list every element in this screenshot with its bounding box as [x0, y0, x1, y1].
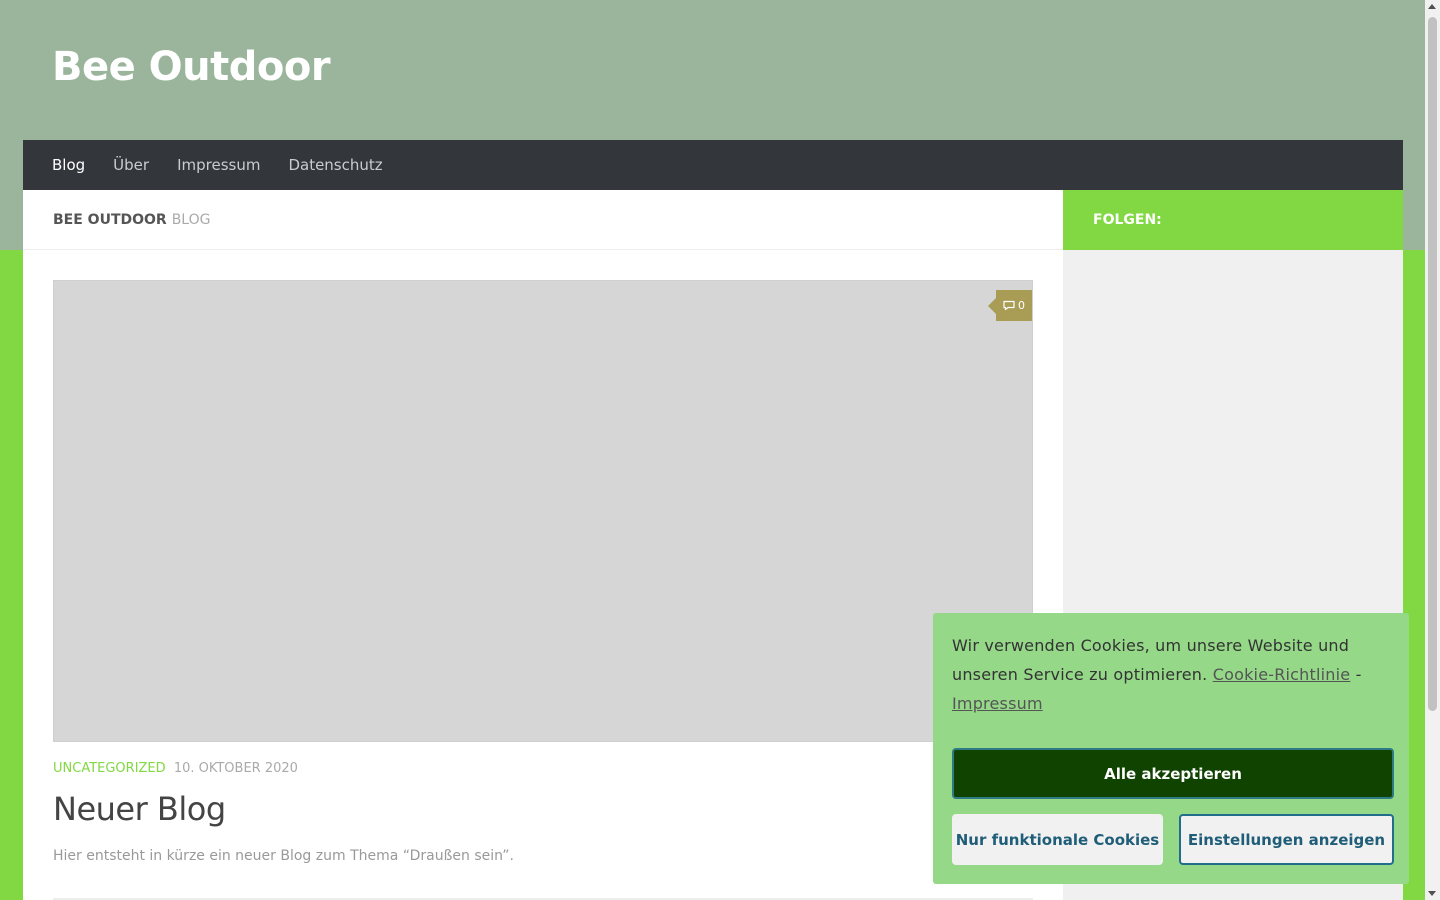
post-meta: Uncategorized 10. Oktober 2020	[53, 761, 298, 776]
comment-count-badge[interactable]: 0	[988, 290, 1032, 321]
nav-item-imprint[interactable]: Impressum	[163, 140, 274, 190]
post-title[interactable]: Neuer Blog	[53, 790, 226, 828]
featured-image[interactable]: 0	[53, 280, 1033, 742]
page-title-light: Blog	[171, 211, 211, 228]
page-title-strong: Bee Outdoor	[53, 211, 167, 228]
scroll-thumb[interactable]	[1428, 17, 1437, 711]
post-excerpt: Hier entsteht in kürze ein neuer Blog zu…	[53, 848, 514, 864]
comment-count: 0	[1018, 299, 1025, 312]
scroll-down-icon[interactable]	[1428, 891, 1436, 896]
main-content: Bee Outdoor Blog 0 Uncategorized 10. Okt…	[23, 190, 1063, 900]
nav-item-privacy[interactable]: Datenschutz	[274, 140, 396, 190]
page-title: Bee Outdoor Blog	[23, 190, 1063, 250]
sidebar-heading: Folgen:	[1063, 190, 1403, 250]
cookie-separator: -	[1355, 665, 1362, 684]
cookie-imprint-link[interactable]: Impressum	[952, 694, 1043, 713]
comment-icon	[1003, 300, 1015, 311]
post-category[interactable]: Uncategorized	[53, 761, 166, 776]
cookie-message: Wir verwenden Cookies, um unsere Website…	[952, 631, 1390, 718]
scroll-up-icon[interactable]	[1428, 4, 1436, 9]
functional-cookies-button[interactable]: Nur funktionale Cookies	[952, 814, 1163, 865]
accept-all-button[interactable]: Alle akzeptieren	[952, 748, 1394, 799]
nav-item-about[interactable]: Über	[99, 140, 163, 190]
post-date: 10. Oktober 2020	[173, 761, 298, 776]
cookie-policy-link[interactable]: Cookie-Richtlinie	[1213, 665, 1351, 684]
show-settings-button[interactable]: Einstellungen anzeigen	[1179, 814, 1394, 865]
cookie-banner: Wir verwenden Cookies, um unsere Website…	[933, 613, 1409, 884]
site-title[interactable]: Bee Outdoor	[52, 44, 331, 90]
page-scrollbar[interactable]	[1425, 0, 1440, 900]
main-nav: Blog Über Impressum Datenschutz	[23, 140, 1403, 190]
nav-item-blog[interactable]: Blog	[38, 140, 99, 190]
